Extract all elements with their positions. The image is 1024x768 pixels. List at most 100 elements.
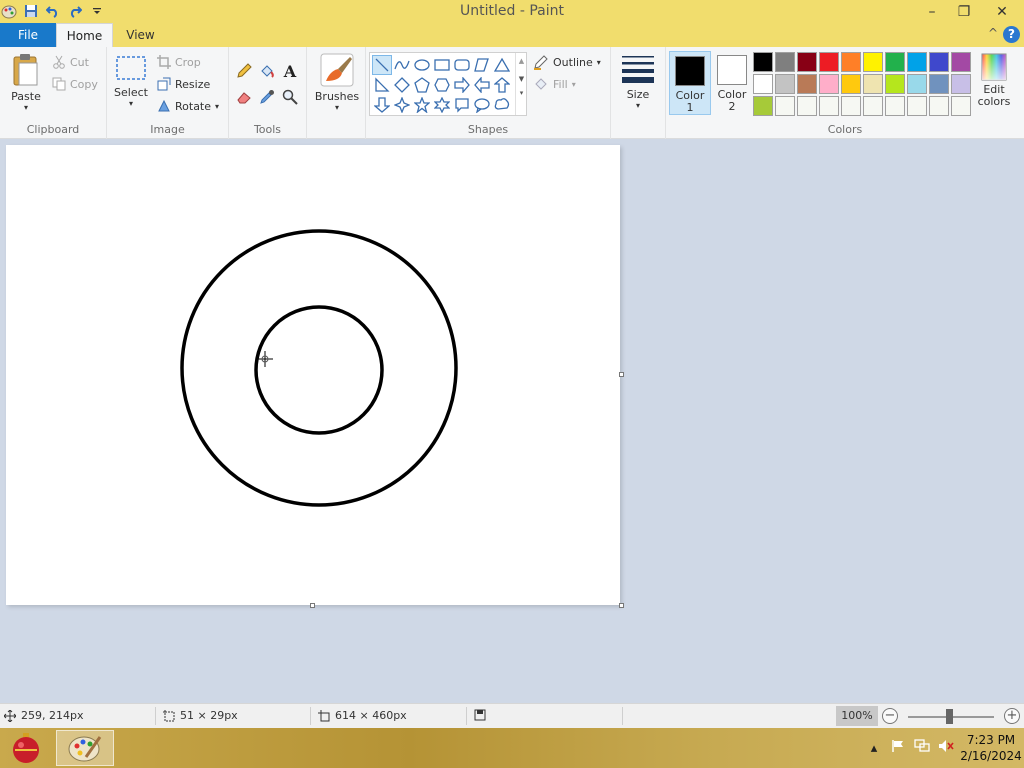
palette-color-10[interactable] — [753, 74, 773, 94]
palette-color-9[interactable] — [951, 52, 971, 72]
palette-color-24[interactable] — [841, 96, 861, 116]
palette-color-2[interactable] — [797, 52, 817, 72]
palette-color-21[interactable] — [775, 96, 795, 116]
diamond-shape-icon[interactable] — [392, 75, 412, 95]
oval-shape-icon[interactable] — [412, 55, 432, 75]
palette-color-26[interactable] — [885, 96, 905, 116]
palette-color-14[interactable] — [841, 74, 861, 94]
down-arrow-shape-icon[interactable] — [372, 95, 392, 115]
palette-color-13[interactable] — [819, 74, 839, 94]
palette-color-18[interactable] — [929, 74, 949, 94]
copy-button[interactable]: Copy — [52, 75, 98, 93]
outline-button[interactable]: Outline ▾ — [533, 53, 601, 71]
fill-button[interactable]: Fill ▾ — [533, 75, 576, 93]
palette-color-29[interactable] — [951, 96, 971, 116]
zoom-slider-thumb[interactable] — [946, 709, 953, 724]
palette-color-5[interactable] — [863, 52, 883, 72]
close-button[interactable]: ✕ — [980, 0, 1024, 23]
palette-color-15[interactable] — [863, 74, 883, 94]
copy-label: Copy — [70, 77, 98, 91]
triangle-shape-icon[interactable] — [492, 55, 512, 75]
palette-color-25[interactable] — [863, 96, 883, 116]
color2-button[interactable]: Color 2 — [711, 51, 753, 115]
scroll-up-icon[interactable]: ▲ — [516, 57, 527, 65]
palette-color-16[interactable] — [885, 74, 905, 94]
drawing-canvas[interactable] — [6, 145, 620, 605]
rotate-button[interactable]: Rotate ▾ — [157, 97, 219, 115]
crop-button[interactable]: Crop — [157, 53, 201, 71]
hexagon-shape-icon[interactable] — [432, 75, 452, 95]
right-triangle-shape-icon[interactable] — [372, 75, 392, 95]
palette-color-28[interactable] — [929, 96, 949, 116]
tab-home[interactable]: Home — [56, 23, 113, 47]
palette-color-19[interactable] — [951, 74, 971, 94]
left-arrow-shape-icon[interactable] — [472, 75, 492, 95]
start-ornament-icon[interactable] — [6, 730, 46, 766]
fill-bucket-icon[interactable] — [257, 61, 277, 81]
up-arrow-shape-icon[interactable] — [492, 75, 512, 95]
palette-color-1[interactable] — [775, 52, 795, 72]
palette-color-7[interactable] — [907, 52, 927, 72]
palette-color-4[interactable] — [841, 52, 861, 72]
zoom-in-button[interactable]: + — [1004, 708, 1020, 724]
canvas-resize-handle-right[interactable] — [619, 372, 624, 377]
cut-button[interactable]: Cut — [52, 53, 89, 71]
selection-size: 51 × 29px — [163, 709, 238, 722]
text-tool-icon[interactable]: A — [280, 61, 300, 81]
rectangle-shape-icon[interactable] — [432, 55, 452, 75]
four-point-star-shape-icon[interactable] — [392, 95, 412, 115]
tab-view[interactable]: View — [113, 23, 168, 47]
oval-callout-shape-icon[interactable] — [472, 95, 492, 115]
network-icon[interactable] — [910, 739, 934, 757]
volume-muted-icon[interactable] — [934, 739, 958, 757]
resize-button[interactable]: Resize — [157, 75, 210, 93]
palette-color-6[interactable] — [885, 52, 905, 72]
tab-file[interactable]: File — [0, 23, 56, 47]
palette-color-11[interactable] — [775, 74, 795, 94]
pencil-icon[interactable] — [234, 61, 254, 81]
size-button[interactable]: Size ▾ — [619, 53, 657, 110]
color1-button[interactable]: Color 1 — [669, 51, 711, 115]
brushes-button[interactable]: Brushes ▾ — [312, 53, 362, 112]
palette-color-20[interactable] — [753, 96, 773, 116]
canvas-resize-handle-corner[interactable] — [619, 603, 624, 608]
shapes-scrollbar[interactable]: ▲ ▼ ▾ — [515, 53, 527, 115]
show-hidden-icons-icon[interactable]: ▴ — [862, 741, 886, 756]
magnifier-icon[interactable] — [280, 87, 300, 107]
color-picker-icon[interactable] — [257, 87, 277, 107]
action-center-flag-icon[interactable] — [886, 739, 910, 757]
help-icon[interactable]: ? — [1003, 26, 1020, 43]
palette-color-23[interactable] — [819, 96, 839, 116]
clock[interactable]: 7:23 PM 2/16/2024 — [958, 732, 1024, 764]
palette-color-3[interactable] — [819, 52, 839, 72]
palette-color-22[interactable] — [797, 96, 817, 116]
scroll-down-icon[interactable]: ▼ — [516, 75, 527, 83]
palette-color-8[interactable] — [929, 52, 949, 72]
collapse-ribbon-icon[interactable]: ^ — [988, 26, 998, 40]
six-point-star-shape-icon[interactable] — [432, 95, 452, 115]
right-arrow-shape-icon[interactable] — [452, 75, 472, 95]
palette-color-0[interactable] — [753, 52, 773, 72]
minimize-button[interactable]: – — [916, 0, 948, 23]
tools-group: A Tools — [229, 47, 307, 139]
five-point-star-shape-icon[interactable] — [412, 95, 432, 115]
curve-shape-icon[interactable] — [392, 55, 412, 75]
rounded-rectangle-shape-icon[interactable] — [452, 55, 472, 75]
select-button[interactable]: Select ▾ — [113, 53, 149, 108]
expand-gallery-icon[interactable]: ▾ — [516, 89, 527, 97]
restore-button[interactable]: ❐ — [948, 0, 980, 23]
zoom-out-button[interactable]: − — [882, 708, 898, 724]
palette-color-12[interactable] — [797, 74, 817, 94]
canvas-resize-handle-bottom[interactable] — [310, 603, 315, 608]
line-shape-icon[interactable] — [372, 55, 392, 75]
palette-color-17[interactable] — [907, 74, 927, 94]
palette-color-27[interactable] — [907, 96, 927, 116]
eraser-icon[interactable] — [234, 87, 254, 107]
pentagon-shape-icon[interactable] — [412, 75, 432, 95]
paste-button[interactable]: Paste ▾ — [6, 53, 46, 112]
polygon-shape-icon[interactable] — [472, 55, 492, 75]
rounded-callout-shape-icon[interactable] — [452, 95, 472, 115]
taskbar-paint-button[interactable] — [56, 730, 114, 766]
cloud-callout-shape-icon[interactable] — [492, 95, 512, 115]
edit-colors-button[interactable]: Edit colors — [975, 53, 1013, 108]
